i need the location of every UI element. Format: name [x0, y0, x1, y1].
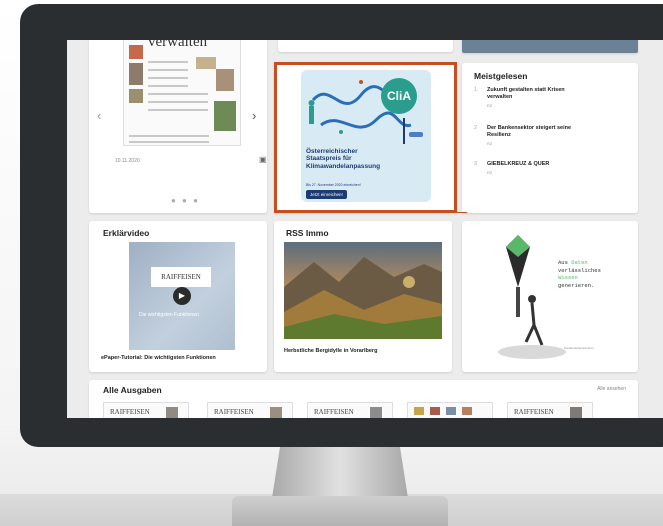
issue-thumbnail[interactable]: RAIFFEISEN [507, 402, 593, 418]
raiffeisen-logo: RAIFFEISEN [151, 267, 211, 287]
ad-title: Österreichischer Staatspreis für Klimawa… [306, 148, 381, 170]
chevron-right-icon[interactable]: › [252, 108, 256, 123]
brz-ad-card[interactable]: Aus Daten verlässliches Wissen generiere… [462, 221, 638, 372]
mountain-icon [284, 257, 442, 339]
highlight-leader-line [437, 212, 467, 213]
issue-date: 10.11.2020 [115, 158, 140, 164]
top-banner[interactable] [462, 40, 638, 53]
ad-deadline: Bis 27. November 2020 einreichen! [306, 183, 361, 187]
document-icon[interactable]: ▣ [259, 155, 267, 164]
epaper-slider[interactable]: ‹ verwalten › 10.11.2020 ▣ ● ● ● [89, 40, 267, 213]
most-read-title: Meistgelesen [474, 71, 528, 81]
slider-dots[interactable]: ● ● ● [171, 196, 200, 205]
play-icon[interactable]: ▶ [173, 287, 191, 305]
chevron-left-icon[interactable]: ‹ [97, 108, 101, 123]
issue-thumbnail[interactable]: RAIFFEISEN [103, 402, 189, 418]
rss-article-link[interactable]: Herbstliche Bergidylle in Vorarlberg [284, 348, 377, 354]
video-caption: Die wichtigsten Funktionen [139, 312, 199, 318]
issue-thumbnail[interactable]: RAIFFEISEN [307, 402, 393, 418]
climber-illustration-icon [498, 235, 566, 359]
see-all-link[interactable]: Alle ansehen [597, 386, 626, 392]
ad-artwork: CliA Österreichischer Staatspreis für Kl… [301, 70, 431, 202]
rss-title: RSS Immo [286, 228, 329, 238]
explainer-video-card: Erklärvideo RAIFFEISEN ▶ Die wichtigsten… [89, 221, 267, 372]
screen: ‹ verwalten › 10.11.2020 ▣ ● ● ● CliA Ös… [67, 40, 663, 418]
issue-thumbnail[interactable]: RAIFFEISEN [207, 402, 293, 418]
submit-now-button[interactable]: Jetzt einreichen! [306, 190, 347, 199]
all-issues-card: Alle Ausgaben Alle ansehen RAIFFEISEN RA… [89, 380, 638, 418]
landscape-image[interactable] [284, 242, 442, 339]
all-issues-title: Alle Ausgaben [103, 385, 162, 395]
most-read-card: Meistgelesen 1 Zukunft gestalten statt K… [462, 63, 638, 213]
epaper-cover[interactable]: verwalten [123, 40, 241, 146]
clia-ad-banner[interactable]: CliA Österreichischer Staatspreis für Kl… [274, 62, 457, 213]
issue-thumbnail[interactable] [407, 402, 493, 418]
clia-logo: CliA [381, 78, 417, 114]
brz-footer: bundesrechenzentrum [564, 346, 594, 350]
ad-illustration-icon [308, 80, 423, 144]
rss-immo-card: RSS Immo Herbstliche Bergidylle in Vorar… [274, 221, 452, 372]
brz-slogan: Aus Daten verlässliches Wissen generiere… [558, 259, 601, 290]
monitor-bezel: ‹ verwalten › 10.11.2020 ▣ ● ● ● CliA Ös… [20, 4, 663, 447]
video-title-link[interactable]: ePaper-Tutorial: Die wichtigsten Funktio… [101, 355, 216, 361]
cover-headline: verwalten [148, 40, 208, 50]
explainer-title: Erklärvideo [103, 228, 150, 238]
top-strip [278, 40, 453, 52]
video-player[interactable]: RAIFFEISEN ▶ Die wichtigsten Funktionen [129, 242, 235, 350]
monitor-stand [272, 446, 408, 498]
monitor-base [232, 496, 448, 526]
